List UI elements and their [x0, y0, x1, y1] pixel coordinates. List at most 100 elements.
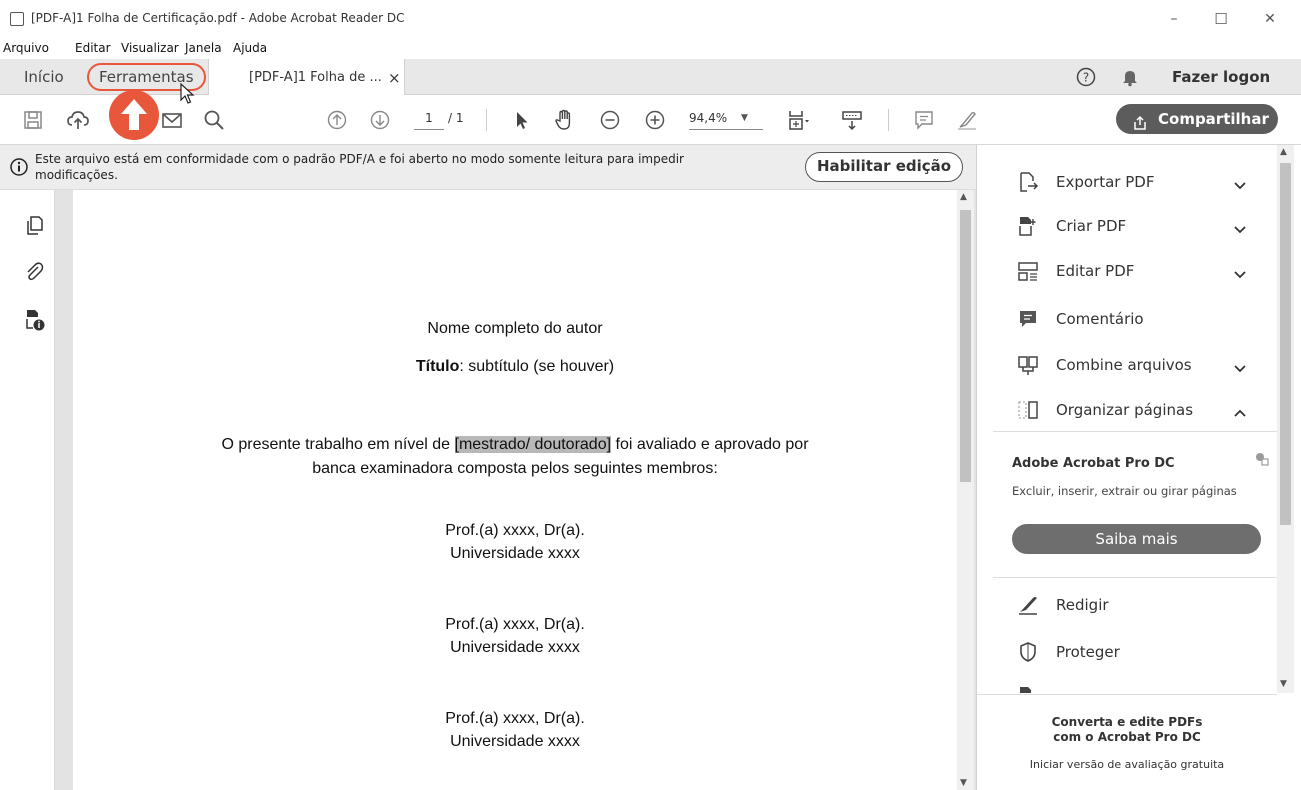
menu-janela[interactable]: Janela	[185, 41, 222, 55]
comment-icon	[1017, 308, 1039, 330]
create-pdf-icon	[1017, 215, 1039, 237]
tool-criar-pdf[interactable]: Criar PDF	[977, 203, 1277, 249]
tool-label: Proteger	[1056, 643, 1120, 661]
scroll-mode-icon[interactable]	[840, 108, 864, 132]
tool-label: Comentário	[1056, 310, 1144, 328]
document-scrollbar[interactable]: ▲ ▼	[957, 190, 974, 790]
author-name: Nome completo do autor	[427, 320, 603, 337]
free-trial-link[interactable]: Iniciar versão de avaliação gratuita	[977, 758, 1277, 771]
tool-exportar-pdf[interactable]: Exportar PDF	[977, 159, 1277, 205]
tools-pane: Exportar PDF Criar PDF Editar PDF Coment…	[976, 145, 1301, 790]
help-icon[interactable]: ?	[1076, 67, 1096, 87]
toolbar-divider	[888, 109, 889, 131]
menu-bar: Arquivo Editar Visualizar Janela Ajuda	[0, 38, 1301, 59]
tool-proteger[interactable]: Proteger	[977, 629, 1277, 675]
close-button[interactable]: ✕	[1247, 0, 1293, 38]
share-icon	[1132, 111, 1148, 130]
footer-line-2: com o Acrobat Pro DC	[1053, 730, 1201, 744]
toolbar-divider	[486, 109, 487, 131]
menu-editar[interactable]: Editar	[75, 41, 111, 55]
scroll-up-arrow-icon[interactable]: ▲	[960, 192, 967, 202]
tool-comentario[interactable]: Comentário	[977, 296, 1277, 342]
redact-icon	[1017, 594, 1039, 616]
document-properties-icon[interactable]	[23, 308, 47, 332]
email-icon[interactable]	[160, 108, 184, 132]
tab-inicio[interactable]: Início	[24, 59, 64, 95]
zoom-in-icon[interactable]	[643, 108, 667, 132]
paragraph-line-1: O presente trabalho em nível de [mestrad…	[73, 436, 957, 454]
chevron-down-icon	[1234, 265, 1246, 279]
menu-visualizar[interactable]: Visualizar	[121, 41, 179, 55]
attachments-paperclip-icon[interactable]	[23, 261, 45, 283]
tool-label: Criar PDF	[1056, 217, 1127, 235]
edit-pdf-icon	[1017, 260, 1039, 282]
member-3-university: Universidade xxxx	[450, 733, 580, 750]
paragraph-line-1-start: O presente trabalho em nível de	[221, 436, 455, 453]
notifications-bell-icon[interactable]	[1120, 67, 1140, 87]
tool-combine-arquivos[interactable]: Combine arquivos	[977, 342, 1277, 388]
minimize-button[interactable]: –	[1151, 0, 1197, 38]
acrobat-app-icon	[10, 12, 24, 26]
combine-files-icon	[1017, 354, 1039, 376]
login-button[interactable]: Fazer logon	[1172, 59, 1270, 95]
chevron-down-icon	[1234, 359, 1246, 373]
share-button[interactable]: Compartilhar	[1116, 104, 1278, 134]
page-thumbnails-icon[interactable]	[23, 215, 45, 237]
document-viewer[interactable]: Nome completo do autor Título: subtítulo…	[55, 190, 987, 790]
title-bar: [PDF-A]1 Folha de Certificação.pdf - Ado…	[0, 0, 1301, 38]
window-title: [PDF-A]1 Folha de Certificação.pdf - Ado…	[31, 11, 405, 25]
next-page-icon[interactable]	[368, 108, 392, 132]
member-1-name: Prof.(a) xxxx, Dr(a).	[445, 522, 585, 539]
zoom-dropdown[interactable]: 94,4% ▼	[689, 106, 763, 130]
member-1-university: Universidade xxxx	[450, 545, 580, 562]
paragraph-line-2: banca examinadora composta pelos seguint…	[312, 460, 718, 477]
member-2-name: Prof.(a) xxxx, Dr(a).	[445, 616, 585, 633]
promo-text: Excluir, inserir, extrair ou girar págin…	[1012, 484, 1237, 498]
tab-document[interactable]: [PDF-A]1 Folha de ... ×	[208, 59, 405, 96]
previous-page-icon[interactable]	[325, 108, 349, 132]
member-3-name: Prof.(a) xxxx, Dr(a).	[445, 710, 585, 727]
page-total: / 1	[448, 111, 464, 125]
tools-pane-scrollbar-thumb[interactable]	[1280, 163, 1291, 525]
scroll-down-arrow-icon[interactable]: ▼	[1280, 679, 1287, 689]
tool-redigir[interactable]: Redigir	[977, 582, 1277, 628]
learn-more-button[interactable]: Saiba mais	[1012, 524, 1261, 554]
pdf-page: Nome completo do autor Título: subtítulo…	[73, 190, 957, 790]
tool-label: Combine arquivos	[1056, 356, 1192, 374]
member-2-university: Universidade xxxx	[450, 639, 580, 656]
enable-editing-button[interactable]: Habilitar edição	[805, 152, 963, 182]
tool-editar-pdf[interactable]: Editar PDF	[977, 248, 1277, 294]
scroll-down-arrow-icon[interactable]: ▼	[960, 778, 967, 788]
chevron-up-icon	[1234, 404, 1246, 417]
tool-label: Editar PDF	[1056, 262, 1135, 280]
document-scrollbar-thumb[interactable]	[960, 210, 971, 482]
pro-badge-icon	[1254, 451, 1270, 467]
menu-arquivo[interactable]: Arquivo	[3, 41, 49, 55]
organize-pages-icon	[1017, 399, 1039, 421]
search-icon[interactable]	[202, 108, 226, 132]
select-cursor-icon[interactable]	[510, 108, 534, 132]
page-fit-icon[interactable]	[786, 108, 810, 132]
svg-text:?: ?	[1083, 71, 1089, 85]
footer-line-1: Converta e edite PDFs	[1051, 715, 1203, 729]
highlight-pen-icon[interactable]	[955, 108, 979, 132]
zoom-out-icon[interactable]	[598, 108, 622, 132]
scroll-up-arrow-icon[interactable]: ▲	[1280, 147, 1287, 157]
hand-tool-icon[interactable]	[552, 108, 576, 132]
tools-pane-scrollbar[interactable]: ▲ ▼	[1277, 145, 1294, 693]
divider	[993, 431, 1277, 432]
save-icon[interactable]	[21, 108, 45, 132]
title-label: Título	[415, 358, 460, 375]
tutorial-arrow-icon	[109, 90, 159, 140]
page-number-input[interactable]: 1	[414, 106, 444, 130]
tool-label: Exportar PDF	[1056, 173, 1155, 191]
comment-tool-icon[interactable]	[912, 108, 936, 132]
close-tab-icon[interactable]: ×	[388, 69, 401, 87]
menu-ajuda[interactable]: Ajuda	[233, 41, 267, 55]
share-label: Compartilhar	[1158, 110, 1269, 128]
maximize-button[interactable]: ☐	[1198, 0, 1244, 38]
paragraph-line-1-end: foi avaliado e aprovado por	[611, 436, 809, 453]
upload-cloud-icon[interactable]	[66, 108, 90, 132]
tool-organizar-paginas[interactable]: Organizar páginas	[977, 387, 1277, 433]
shield-icon	[1017, 641, 1039, 663]
